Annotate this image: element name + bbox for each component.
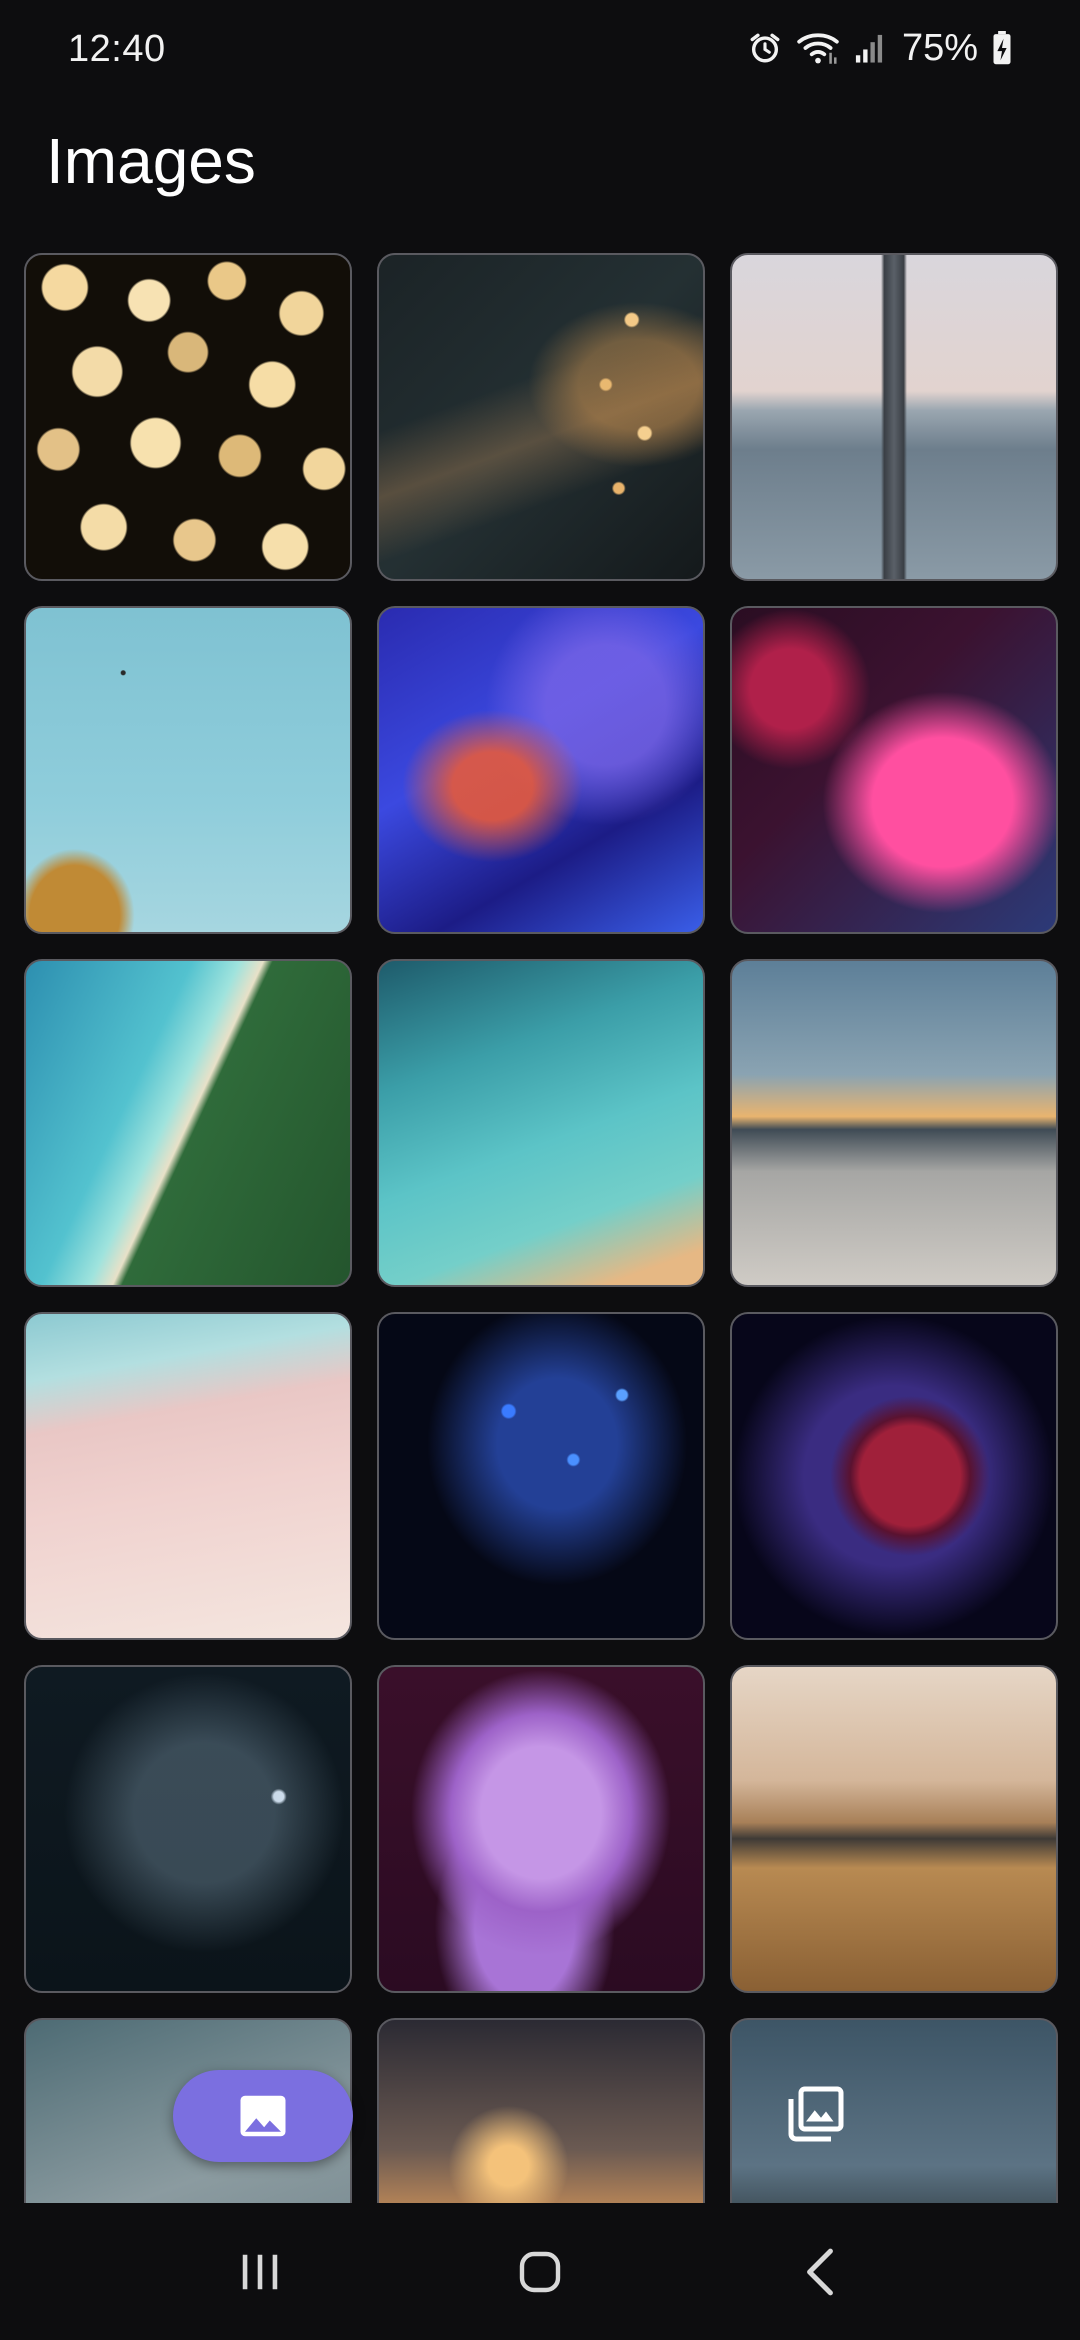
- recent-apps-icon: [242, 2254, 278, 2289]
- image-birds-sky[interactable]: [24, 606, 352, 934]
- back-icon: [807, 2248, 833, 2295]
- photo-library-button[interactable]: [786, 2084, 846, 2144]
- home-button[interactable]: [495, 2227, 585, 2317]
- image-forest-sky[interactable]: [730, 2018, 1058, 2203]
- image-coast-aerial[interactable]: [24, 959, 352, 1287]
- image-sunset-reeds[interactable]: [377, 2018, 705, 2203]
- image-blue-abstract[interactable]: [377, 606, 705, 934]
- navigation-bar: [0, 2203, 1080, 2340]
- image-string-lights[interactable]: [377, 253, 705, 581]
- home-icon: [519, 2251, 561, 2292]
- image-icon: [240, 2095, 286, 2137]
- image-plasma-ball[interactable]: [730, 1312, 1058, 1640]
- pick-image-button[interactable]: [173, 2070, 353, 2162]
- cell-signal-icon: [855, 34, 883, 63]
- image-grid: [24, 253, 1058, 2203]
- recent-apps-button[interactable]: [215, 2227, 305, 2317]
- wifi-icon: [797, 33, 839, 64]
- status-icons: 75%: [748, 27, 1012, 70]
- status-time: 12:40: [68, 27, 166, 70]
- image-grass-sunset[interactable]: [730, 1665, 1058, 1993]
- photo-library-icon: [788, 2086, 844, 2142]
- status-bar: 12:40 75%: [0, 0, 1080, 96]
- alarm-icon: [750, 33, 780, 63]
- battery-percent: 75%: [901, 26, 978, 69]
- image-purple-ink[interactable]: [377, 1665, 705, 1993]
- battery-charging-icon: [993, 31, 1011, 65]
- back-button[interactable]: [775, 2227, 865, 2317]
- image-fiber-optics[interactable]: [377, 1312, 705, 1640]
- image-sea-aerial[interactable]: [377, 959, 705, 1287]
- image-pink-blur[interactable]: [730, 606, 1058, 934]
- image-light-cubes[interactable]: [24, 1665, 352, 1993]
- screen: 12:40 75% Images: [0, 0, 1080, 2340]
- image-pink-sand[interactable]: [24, 1312, 352, 1640]
- image-gold-bokeh[interactable]: [24, 253, 352, 581]
- image-grid-scroll[interactable]: [0, 253, 1080, 2203]
- image-lifeguard-beach[interactable]: [730, 959, 1058, 1287]
- page-title: Images: [46, 125, 256, 197]
- image-feather[interactable]: [730, 253, 1058, 581]
